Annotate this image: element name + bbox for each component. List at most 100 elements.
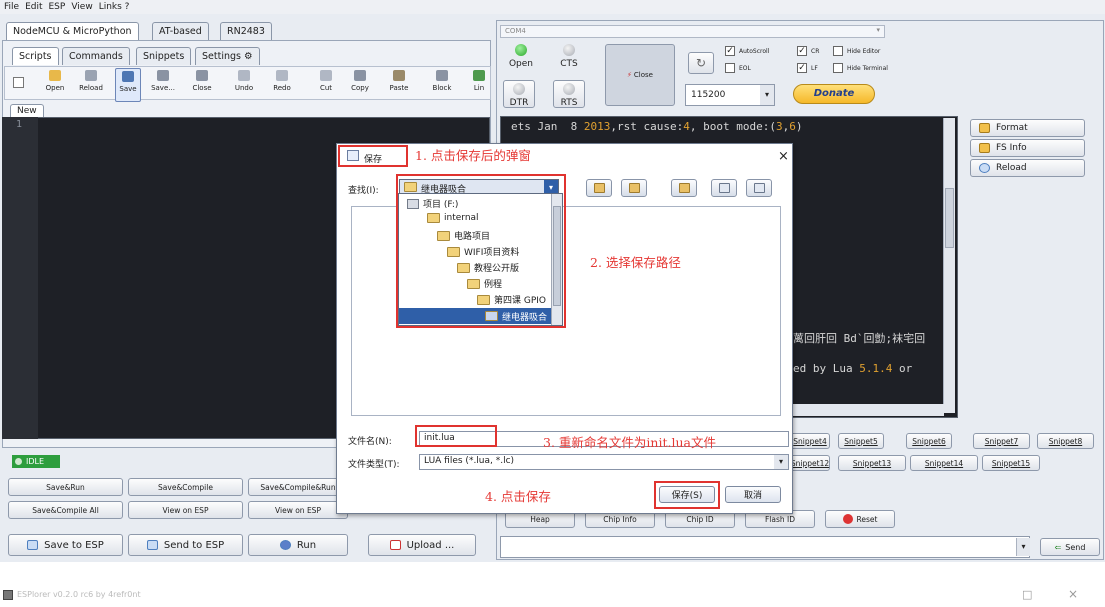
menu-esp[interactable]: ESP [49,2,66,12]
new-folder-button[interactable] [671,179,697,197]
eol-checkbox[interactable]: EOL [725,63,751,73]
menu-links[interactable]: Links ? [99,2,130,12]
copy-button[interactable]: Copy [347,70,373,92]
new-folder-icon [679,183,690,193]
open-port-button[interactable]: Open [505,44,537,69]
close-icon[interactable]: × [778,149,789,164]
line-gutter: 1 [2,117,38,439]
cr-checkbox[interactable]: ✓ CR [797,46,819,56]
cut-button[interactable]: Cut [313,70,339,92]
snippet-7-button[interactable]: Snippet7 [973,433,1030,449]
snippet-15-button[interactable]: Snippet15 [982,455,1040,471]
home-button[interactable] [621,179,647,197]
close-button[interactable]: Close [189,70,215,92]
send-to-esp-button[interactable]: Send to ESP [128,534,243,556]
annotation-step-3: 3. 重新命名文件为init.lua文件 [543,435,716,450]
view-on-esp-button-2[interactable]: View on ESP [248,501,348,519]
open-button[interactable]: Open [42,70,68,92]
toolbar-checkbox[interactable] [13,77,24,88]
up-folder-button[interactable] [586,179,612,197]
tab-scripts[interactable]: Scripts [12,47,59,65]
upload-button[interactable]: Upload ... [368,534,476,556]
dtr-button[interactable]: DTR [503,80,535,108]
lf-checkbox[interactable]: ✓ LF [797,63,818,73]
save-button[interactable]: Save [115,68,141,102]
led-green-icon [515,44,527,56]
line-number: 1 [16,119,23,130]
details-view-icon [754,183,765,193]
up-folder-icon [594,183,605,193]
filetype-select[interactable]: LUA files (*.lua, *.lc) ▾ [419,454,789,470]
scrollbar-thumb[interactable] [945,188,954,248]
annotation-step-1: 1. 点击保存后的弹窗 [415,148,531,163]
reload-button[interactable]: Reload [78,70,104,92]
folder-close-icon [196,70,208,81]
scissors-icon [320,70,332,81]
snippet-4-button[interactable]: Snippet4 [790,433,830,449]
save-to-esp-button[interactable]: Save to ESP [8,534,123,556]
donate-button[interactable]: Donate [793,84,875,104]
line-comment-icon [473,70,485,81]
hide-terminal-checkbox[interactable]: Hide Terminal [833,63,888,73]
send-button[interactable]: ⇐ Send [1040,538,1100,556]
paste-button[interactable]: Paste [386,70,412,92]
check-icon: ✓ [725,46,735,56]
fs-info-button[interactable]: FS Info [970,139,1085,157]
list-view-button[interactable] [711,179,737,197]
snippet-8-button[interactable]: Snippet8 [1037,433,1094,449]
app-icon [3,590,13,600]
view-on-esp-button[interactable]: View on ESP [128,501,243,519]
autoscroll-checkbox[interactable]: ✓ AutoScroll [725,46,769,56]
tab-snippets[interactable]: Snippets [136,47,192,65]
folder-open-icon [49,70,61,81]
send-to-esp-icon [146,540,158,550]
tab-rn2483[interactable]: RN2483 [220,22,272,40]
snippet-12-button[interactable]: Snippet12 [790,455,830,471]
close-port-button[interactable]: ⚡ Close [605,44,675,106]
port-select[interactable]: COM4 ▾ [500,25,885,38]
reload-icon [85,70,97,81]
block-button[interactable]: Block [429,70,455,92]
save-compile-all-button[interactable]: Save&Compile All [8,501,123,519]
hide-editor-checkbox[interactable]: Hide Editor [833,46,880,56]
baud-select[interactable]: 115200 ▾ [685,84,775,106]
dialog-cancel-button[interactable]: 取消 [725,486,781,503]
save-run-button[interactable]: Save&Run [8,478,123,496]
tab-settings[interactable]: Settings ⚙ [195,47,260,65]
status-dot-icon [15,458,22,465]
menu-file[interactable]: File [4,2,19,12]
snippet-5-button[interactable]: Snippet5 [838,433,884,449]
menu-view[interactable]: View [71,2,92,12]
command-input[interactable] [500,536,1030,558]
save-to-esp-icon [27,540,39,550]
reset-button[interactable]: Reset [825,510,895,528]
terminal-scrollbar[interactable] [943,118,955,413]
tab-commands[interactable]: Commands [62,47,130,65]
maximize-button[interactable]: □ [1022,588,1032,601]
snippet-13-button[interactable]: Snippet13 [838,455,906,471]
line-comment-button[interactable]: Lin [469,70,489,92]
redo-button[interactable]: Redo [269,70,295,92]
save-as-button[interactable]: Save... [150,70,176,92]
tab-at-based[interactable]: AT-based [152,22,209,40]
terminal-line: 蓠回肝回 Bd`回勯;袜宅回 [793,332,926,345]
refresh-icon: ↻ [695,56,707,70]
close-window-button[interactable]: × [1068,587,1078,601]
second-window-titlebar: ESPlorer v0.2.0 rc6 by 4refr0nt □ × [0,586,1105,607]
rts-button[interactable]: RTS [553,80,585,108]
reload-fs-button[interactable]: Reload [970,159,1085,177]
upload-icon [389,540,401,550]
chevron-down-icon[interactable]: ▾ [1016,538,1030,556]
save-compile-run-button[interactable]: Save&Compile&Run [248,478,348,496]
undo-button[interactable]: Undo [231,70,257,92]
menu-edit[interactable]: Edit [25,2,42,12]
floppy-icon [157,70,169,81]
details-view-button[interactable] [746,179,772,197]
refresh-ports-button[interactable]: ↻ [688,52,714,74]
snippet-14-button[interactable]: Snippet14 [910,455,978,471]
save-compile-button[interactable]: Save&Compile [128,478,243,496]
tab-nodemcu[interactable]: NodeMCU & MicroPython [6,22,139,40]
format-button[interactable]: Format [970,119,1085,137]
snippet-6-button[interactable]: Snippet6 [906,433,952,449]
run-button[interactable]: Run [248,534,348,556]
